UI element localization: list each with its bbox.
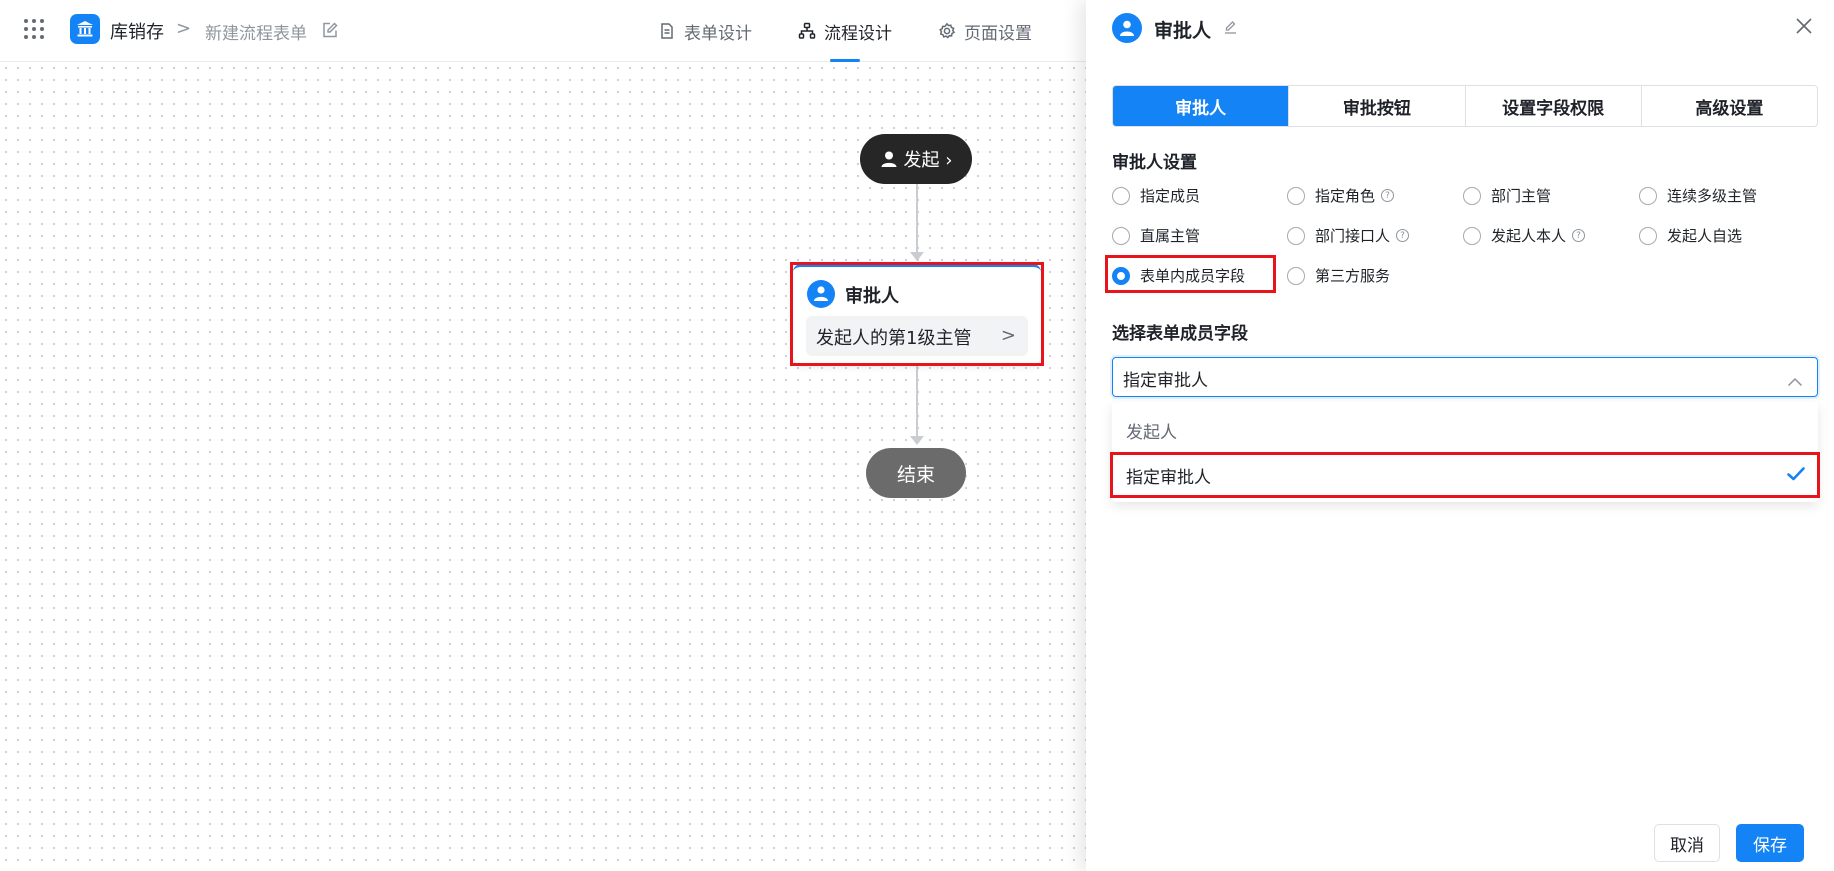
- option-label: 指定审批人: [1126, 468, 1211, 488]
- end-node[interactable]: 结束: [866, 448, 966, 498]
- help-icon[interactable]: ?: [1572, 229, 1586, 242]
- radio-circle: [1112, 186, 1130, 205]
- tab-approver[interactable]: 审批人: [1113, 86, 1289, 126]
- help-icon[interactable]: ?: [1381, 189, 1395, 202]
- approver-node[interactable]: 审批人 发起人的第1级主管 >: [793, 264, 1041, 364]
- radio-circle: [1639, 186, 1657, 205]
- flow-icon: [798, 22, 816, 39]
- arrow-down-icon: [910, 252, 924, 261]
- radio-label: 连续多级主管: [1667, 187, 1758, 205]
- radio-circle: [1287, 186, 1305, 205]
- panel-title: 审批人: [1154, 20, 1212, 42]
- radio-label: 第三方服务: [1315, 267, 1391, 285]
- user-icon: [881, 151, 897, 167]
- radio-label: 直属主管: [1140, 227, 1201, 245]
- approver-settings-title: 审批人设置: [1112, 153, 1197, 173]
- radio-label: 指定成员: [1140, 187, 1201, 205]
- tab-flow-design[interactable]: 流程设计: [798, 0, 892, 62]
- radio-initiator-self[interactable]: 发起人本人 ?: [1463, 225, 1586, 246]
- arrow-down-icon: [910, 436, 924, 445]
- flow-connector: [916, 184, 918, 254]
- radio-circle: [1112, 226, 1130, 245]
- tab-label: 页面设置: [964, 23, 1032, 44]
- radio-multi-level-manager[interactable]: 连续多级主管: [1639, 185, 1757, 206]
- radio-label: 发起人本人: [1491, 227, 1567, 245]
- app-logo-icon: [70, 14, 100, 44]
- radio-circle: [1287, 226, 1305, 245]
- start-node-label: 发起 ›: [903, 150, 953, 171]
- settings-tabs: 审批人 审批按钮 设置字段权限 高级设置: [1112, 85, 1818, 127]
- radio-label: 发起人自选: [1667, 227, 1743, 245]
- radio-circle: [1639, 226, 1657, 245]
- option-label: 发起人: [1126, 423, 1177, 443]
- end-node-label: 结束: [896, 463, 935, 486]
- user-icon: [1112, 13, 1142, 43]
- gear-icon: [939, 22, 956, 39]
- radio-specified-member[interactable]: 指定成员: [1112, 185, 1200, 206]
- chevron-up-icon: [1787, 372, 1803, 392]
- approver-node-summary-text: 发起人的第1级主管: [816, 328, 972, 349]
- flow-connector: [916, 366, 918, 438]
- tab-form-design[interactable]: 表单设计: [658, 0, 752, 62]
- radio-label: 指定角色: [1315, 187, 1376, 205]
- radio-circle: [1463, 186, 1481, 205]
- close-icon[interactable]: [1794, 16, 1814, 40]
- help-icon[interactable]: ?: [1396, 229, 1410, 242]
- check-icon: [1786, 466, 1806, 487]
- radio-circle-checked: [1112, 266, 1130, 285]
- radio-initiator-select[interactable]: 发起人自选: [1639, 225, 1742, 246]
- radio-third-party[interactable]: 第三方服务: [1287, 265, 1390, 286]
- radio-form-member-field[interactable]: 表单内成员字段: [1112, 265, 1245, 286]
- chevron-right-icon: >: [1000, 325, 1016, 346]
- dropdown-option-initiator[interactable]: 发起人: [1112, 408, 1818, 452]
- edit-title-icon[interactable]: [1223, 20, 1238, 39]
- approver-node-title: 审批人: [845, 286, 899, 307]
- edit-icon[interactable]: [321, 21, 339, 43]
- breadcrumb-app[interactable]: 库销存: [110, 18, 164, 44]
- approver-node-summary[interactable]: 发起人的第1级主管 >: [806, 316, 1028, 356]
- dropdown-option-specified-approver[interactable]: 指定审批人: [1112, 453, 1818, 497]
- radio-circle: [1287, 266, 1305, 285]
- radio-circle: [1463, 226, 1481, 245]
- select-value: 指定审批人: [1123, 371, 1208, 391]
- cancel-button[interactable]: 取消: [1654, 824, 1720, 862]
- tab-label: 流程设计: [824, 23, 892, 44]
- document-icon: [661, 23, 673, 39]
- tab-label: 表单设计: [684, 23, 752, 44]
- approver-settings-panel: 审批人 审批人 审批按钮 设置字段权限 高级设置 审批人设置 指定成员 指定角色…: [1086, 0, 1834, 871]
- radio-label: 表单内成员字段: [1140, 267, 1246, 285]
- app-grid-icon[interactable]: [22, 17, 46, 41]
- save-button[interactable]: 保存: [1736, 824, 1804, 862]
- radio-dept-manager[interactable]: 部门主管: [1463, 185, 1551, 206]
- radio-label: 部门主管: [1491, 187, 1552, 205]
- radio-specified-role[interactable]: 指定角色 ?: [1287, 185, 1395, 206]
- radio-dept-contact[interactable]: 部门接口人 ?: [1287, 225, 1410, 246]
- member-field-select[interactable]: 指定审批人: [1112, 357, 1818, 397]
- radio-label: 部门接口人: [1315, 227, 1391, 245]
- breadcrumb-chevron-icon: >: [176, 18, 192, 39]
- field-select-title: 选择表单成员字段: [1112, 324, 1248, 344]
- tab-page-settings[interactable]: 页面设置: [938, 0, 1032, 62]
- tab-advanced-settings[interactable]: 高级设置: [1640, 86, 1817, 126]
- breadcrumb-form-name: 新建流程表单: [205, 24, 307, 44]
- radio-direct-manager[interactable]: 直属主管: [1112, 225, 1200, 246]
- member-field-dropdown: 发起人 指定审批人: [1112, 402, 1818, 502]
- tab-field-permissions[interactable]: 设置字段权限: [1464, 86, 1641, 126]
- start-node[interactable]: 发起 ›: [860, 134, 972, 184]
- user-icon: [807, 280, 835, 308]
- tab-approval-buttons[interactable]: 审批按钮: [1288, 86, 1464, 126]
